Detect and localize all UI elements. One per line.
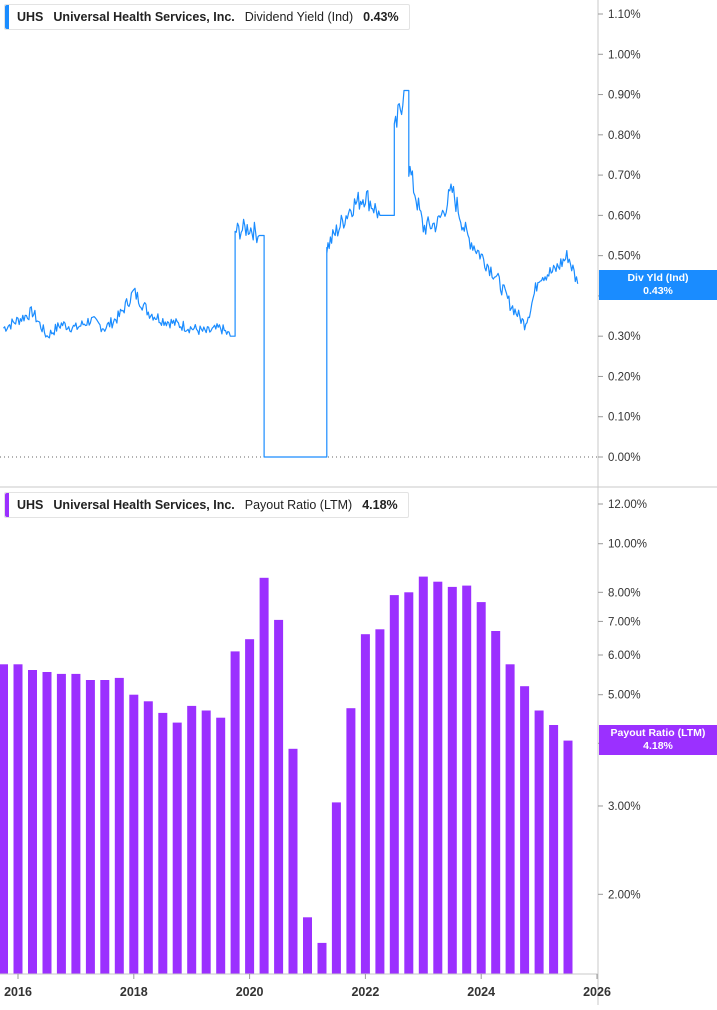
payout-ratio-bar — [0, 664, 8, 974]
y-tick-label: 7.00% — [608, 616, 641, 628]
payout-ratio-bar — [216, 717, 226, 974]
legend-payout-ratio[interactable]: UHS Universal Health Services, Inc. Payo… — [4, 492, 409, 518]
last-value-flag-dividend-yield: Div Yld (Ind) 0.43% — [599, 270, 717, 300]
y-tick-label: 0.10% — [608, 412, 641, 424]
flag-label: Div Yld (Ind) — [627, 272, 689, 284]
flag-label: Payout Ratio (LTM) — [610, 727, 706, 739]
y-tick-label: 0.30% — [608, 331, 641, 343]
payout-ratio-bar — [245, 639, 255, 974]
y-tick-label: 0.50% — [608, 251, 641, 263]
y-tick-label: 12.00% — [608, 499, 647, 511]
payout-ratio-bar — [56, 673, 66, 974]
legend-ticker: UHS — [17, 498, 44, 512]
payout-ratio-bar — [491, 631, 501, 974]
y-tick-label: 0.90% — [608, 90, 641, 102]
flag-value: 0.43% — [643, 285, 673, 297]
y-tick-label: 1.00% — [608, 49, 641, 61]
payout-ratio-bar — [288, 748, 298, 974]
payout-ratio-bar — [259, 577, 269, 974]
legend-metric: Dividend Yield (Ind) — [244, 10, 354, 24]
y-tick-label: 6.00% — [608, 650, 641, 662]
payout-ratio-bar — [563, 740, 573, 974]
payout-ratio-bar — [129, 694, 139, 974]
x-tick-label: 2018 — [120, 985, 148, 999]
y-tick-label: 5.00% — [608, 690, 641, 702]
legend-metric: Payout Ratio (LTM) — [244, 498, 353, 512]
payout-ratio-bar — [172, 722, 182, 974]
payout-ratio-bar — [85, 680, 95, 974]
y-tick-label: 0.20% — [608, 371, 641, 383]
payout-ratio-bar — [520, 686, 530, 974]
payout-ratio-bar — [274, 619, 284, 974]
y-tick-label: 0.00% — [608, 452, 641, 464]
payout-ratio-bar — [375, 629, 385, 974]
legend-color-swatch — [5, 5, 9, 29]
payout-ratio-bar — [462, 585, 472, 974]
payout-ratio-bar — [534, 710, 544, 974]
payout-ratio-bar — [230, 651, 240, 974]
y-tick-label: 10.00% — [608, 539, 647, 551]
legend-dividend-yield[interactable]: UHS Universal Health Services, Inc. Divi… — [4, 4, 410, 30]
payout-ratio-bar — [71, 673, 81, 974]
x-tick-label: 2016 — [4, 985, 32, 999]
payout-ratio-bar — [433, 581, 443, 974]
y-tick-label: 0.60% — [608, 210, 641, 222]
legend-value: 4.18% — [362, 498, 398, 512]
last-value-flag-payout-ratio: Payout Ratio (LTM) 4.18% — [599, 725, 717, 755]
payout-ratio-bar — [187, 705, 197, 974]
legend-ticker: UHS — [17, 10, 44, 24]
payout-ratio-bar — [114, 677, 124, 974]
y-tick-label: 1.10% — [608, 9, 641, 21]
x-tick-label: 2020 — [236, 985, 264, 999]
payout-ratio-bar — [303, 917, 312, 974]
payout-ratio-bar — [360, 634, 370, 974]
payout-ratio-bar — [42, 672, 52, 974]
y-tick-label: 2.00% — [608, 889, 641, 901]
x-tick-label: 2026 — [583, 985, 611, 999]
payout-ratio-bar — [389, 595, 399, 974]
legend-company: Universal Health Services, Inc. — [53, 498, 235, 512]
payout-ratio-bar — [418, 576, 428, 974]
payout-ratio-bar — [331, 802, 341, 974]
payout-ratio-bar — [158, 712, 168, 974]
y-tick-label: 8.00% — [608, 587, 641, 599]
payout-ratio-bar — [447, 586, 457, 974]
flag-value: 4.18% — [643, 740, 673, 752]
payout-ratio-bar — [346, 708, 356, 974]
y-tick-label: 0.70% — [608, 170, 641, 182]
payout-ratio-bar — [143, 701, 153, 974]
payout-ratio-bar — [505, 664, 515, 974]
payout-ratio-bar — [28, 670, 37, 974]
y-tick-label: 3.00% — [608, 801, 641, 813]
payout-ratio-bar — [549, 725, 559, 974]
payout-ratio-bar — [13, 664, 23, 974]
y-tick-label: 0.80% — [608, 130, 641, 142]
x-tick-label: 2022 — [351, 985, 379, 999]
payout-ratio-bar — [317, 942, 327, 974]
x-tick-label: 2024 — [467, 985, 495, 999]
dividend-yield-line — [3, 89, 579, 458]
legend-company: Universal Health Services, Inc. — [53, 10, 235, 24]
payout-ratio-bar — [201, 710, 211, 974]
legend-color-swatch — [5, 493, 9, 517]
payout-ratio-bar — [404, 592, 414, 974]
payout-ratio-bar — [100, 680, 110, 974]
payout-ratio-bar — [476, 602, 486, 974]
legend-value: 0.43% — [363, 10, 399, 24]
chart-root: 0.00%0.10%0.20%0.30%0.40%0.50%0.60%0.70%… — [0, 0, 717, 1005]
